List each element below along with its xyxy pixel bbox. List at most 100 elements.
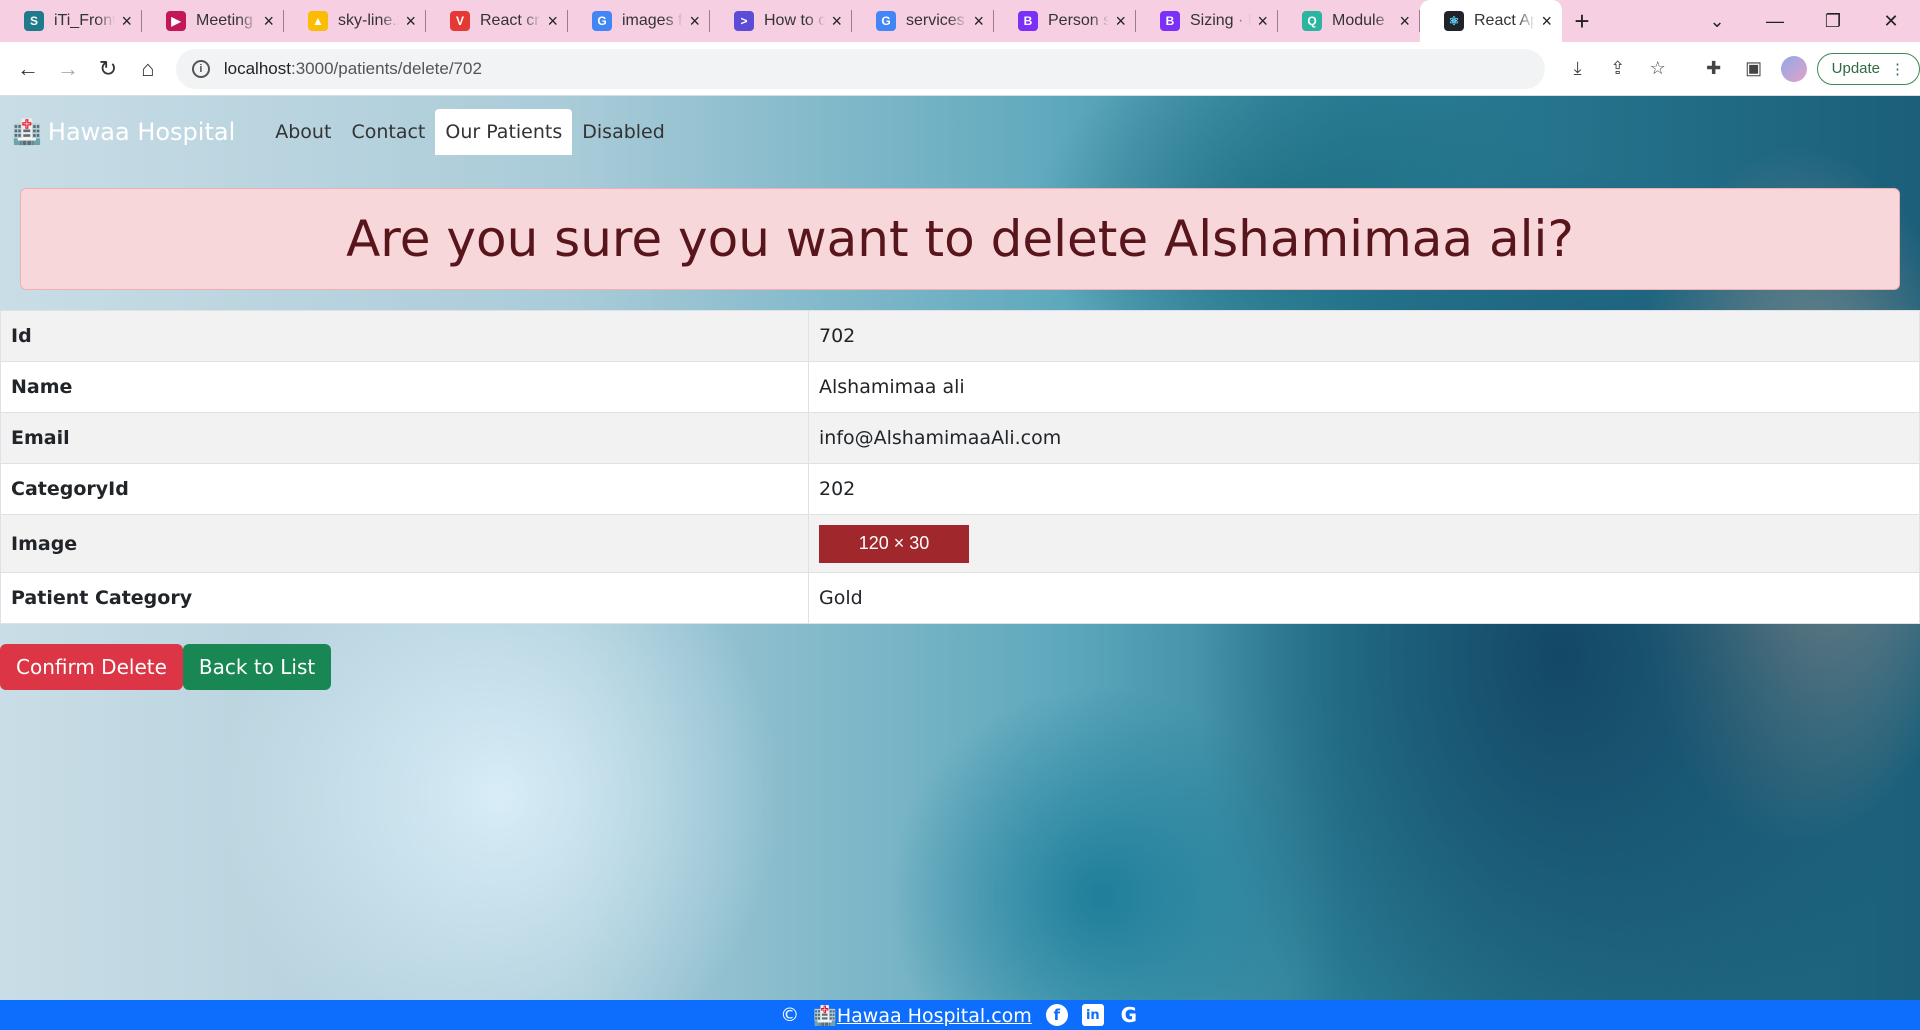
confirm-delete-button[interactable]: Confirm Delete: [0, 644, 183, 690]
close-icon[interactable]: ×: [831, 11, 842, 32]
nav-disabled[interactable]: Disabled: [572, 109, 675, 155]
browser-tab[interactable]: Gimages f ×: [568, 0, 710, 42]
tab-favicon-icon: G: [592, 11, 612, 31]
linkedin-icon[interactable]: in: [1081, 1004, 1104, 1026]
tab-favicon-icon: Q: [1302, 11, 1322, 31]
profile-avatar[interactable]: [1780, 55, 1807, 82]
footer-link[interactable]: 🏥Hawaa Hospital.com: [813, 1004, 1032, 1027]
back-arrow-icon[interactable]: ←: [8, 49, 48, 89]
browser-tab[interactable]: V React cre ×: [426, 0, 568, 42]
tab-title: iTi_Front: [54, 12, 116, 29]
address-bar[interactable]: i localhost:3000/patients/delete/702: [175, 48, 1545, 89]
extensions-icon[interactable]: ✚: [1701, 56, 1727, 82]
tab-title: How to c: [764, 12, 826, 29]
tab-favicon-icon: V: [450, 11, 470, 31]
close-icon[interactable]: ×: [263, 11, 274, 32]
field-label: Patient Category: [0, 572, 809, 624]
field-value: 120 × 30: [808, 514, 1920, 573]
restore-icon[interactable]: ❐: [1804, 0, 1862, 42]
star-icon[interactable]: ☆: [1645, 56, 1671, 82]
field-label: Image: [0, 514, 809, 573]
nav-our-patients[interactable]: Our Patients: [435, 109, 573, 155]
close-icon[interactable]: ×: [547, 11, 558, 32]
address-path: :3000/patients/delete/702: [290, 58, 482, 78]
close-icon[interactable]: ×: [973, 11, 984, 32]
tab-title: services: [906, 12, 965, 29]
browser-tab[interactable]: Gservices ×: [852, 0, 994, 42]
browser-tab[interactable]: > How to c ×: [710, 0, 852, 42]
tab-favicon-icon: ▶: [166, 11, 186, 31]
site-info-icon[interactable]: i: [191, 59, 210, 78]
field-value: 702: [808, 310, 1920, 362]
reload-icon[interactable]: ↻: [88, 49, 128, 89]
tab-title: React Ap: [1474, 12, 1536, 29]
chevron-down-icon[interactable]: ⌄: [1688, 0, 1746, 42]
app-navbar: 🏥 Hawaa Hospital About Contact Our Patie…: [0, 106, 675, 158]
footer-link-text: Hawaa Hospital.com: [836, 1004, 1032, 1027]
tab-title: images f: [622, 12, 683, 29]
close-icon[interactable]: ×: [405, 11, 416, 32]
table-row: Patient Category Gold: [0, 572, 1920, 624]
tab-favicon-icon: B: [1160, 11, 1180, 31]
browser-toolbar: ← → ↻ ⌂ i localhost:3000/patients/delete…: [0, 42, 1920, 96]
hospital-icon: 🏥: [12, 118, 42, 146]
field-value: info@AlshamimaaAli.com: [808, 412, 1920, 464]
hospital-icon: 🏥: [813, 1004, 837, 1027]
toolbar-icons: ⤓ ⇪ ☆ ✚ ▣: [1565, 55, 1807, 82]
copyright-symbol: ©: [780, 1004, 800, 1026]
browser-tab-strip: SiTi_Front × ▶ Meeting × ▲ sky-line.z × V Reac…: [0, 0, 1920, 42]
update-button[interactable]: Update ⋮: [1816, 52, 1920, 85]
browser-tab[interactable]: ▲ sky-line.z ×: [284, 0, 426, 42]
tab-favicon-icon: ▲: [308, 11, 328, 31]
tab-title: Meeting: [196, 12, 253, 29]
browser-tab[interactable]: B Person s ×: [994, 0, 1136, 42]
field-label: Email: [0, 412, 809, 464]
sidepanel-icon[interactable]: ▣: [1741, 56, 1767, 82]
menu-dots-icon: ⋮: [1890, 60, 1906, 78]
update-label: Update: [1831, 60, 1881, 77]
page-viewport: 🏥 Hawaa Hospital About Contact Our Patie…: [0, 96, 1920, 1030]
minimize-icon[interactable]: —: [1746, 0, 1804, 42]
brand-text: Hawaa Hospital: [47, 118, 236, 146]
tab-title: Sizing · B: [1190, 12, 1251, 29]
nav-contact[interactable]: Contact: [341, 109, 435, 155]
close-icon[interactable]: ×: [121, 11, 132, 32]
table-row: Email info@AlshamimaaAli.com: [0, 412, 1920, 464]
browser-tab[interactable]: ▶ Meeting ×: [142, 0, 284, 42]
tab-title: React cre: [480, 12, 541, 29]
google-icon[interactable]: G: [1118, 1003, 1140, 1027]
action-buttons: Confirm Delete Back to List: [0, 644, 332, 690]
close-icon[interactable]: ×: [1257, 11, 1268, 32]
browser-tab[interactable]: Q Module ×: [1278, 0, 1420, 42]
nav-about[interactable]: About: [265, 109, 341, 155]
field-value: Gold: [808, 572, 1920, 624]
brand-link[interactable]: 🏥 Hawaa Hospital: [12, 118, 235, 146]
browser-tab-active[interactable]: ⚛ React Ap ×: [1420, 0, 1562, 42]
table-row: Id 702: [0, 310, 1920, 362]
close-icon[interactable]: ×: [689, 11, 700, 32]
close-icon[interactable]: ×: [1541, 11, 1552, 32]
field-label: CategoryId: [0, 463, 809, 515]
forward-arrow-icon[interactable]: →: [48, 49, 88, 89]
table-row: Name Alshamimaa ali: [0, 361, 1920, 413]
install-icon[interactable]: ⤓: [1565, 56, 1591, 82]
tab-favicon-icon: B: [1018, 11, 1038, 31]
close-icon[interactable]: ×: [1115, 11, 1126, 32]
new-tab-button[interactable]: +: [1562, 0, 1602, 42]
tab-favicon-icon: S: [24, 11, 44, 31]
home-icon[interactable]: ⌂: [128, 49, 168, 89]
browser-tab[interactable]: B Sizing · B ×: [1136, 0, 1278, 42]
browser-tab[interactable]: SiTi_Front ×: [0, 0, 142, 42]
facebook-icon[interactable]: f: [1045, 1004, 1068, 1026]
field-label: Id: [0, 310, 809, 362]
delete-confirmation-alert: Are you sure you want to delete Alshamim…: [20, 188, 1900, 290]
field-label: Name: [0, 361, 809, 413]
close-icon[interactable]: ×: [1399, 11, 1410, 32]
back-to-list-button[interactable]: Back to List: [182, 644, 332, 690]
share-icon[interactable]: ⇪: [1605, 56, 1631, 82]
address-host: localhost: [223, 58, 291, 78]
window-close-icon[interactable]: ✕: [1862, 0, 1920, 42]
page-footer: © 🏥Hawaa Hospital.com f in G: [0, 1000, 1920, 1030]
patient-details-table: Id 702 Name Alshamimaa ali Email info@Al…: [0, 310, 1920, 624]
patient-image: 120 × 30: [819, 524, 969, 563]
